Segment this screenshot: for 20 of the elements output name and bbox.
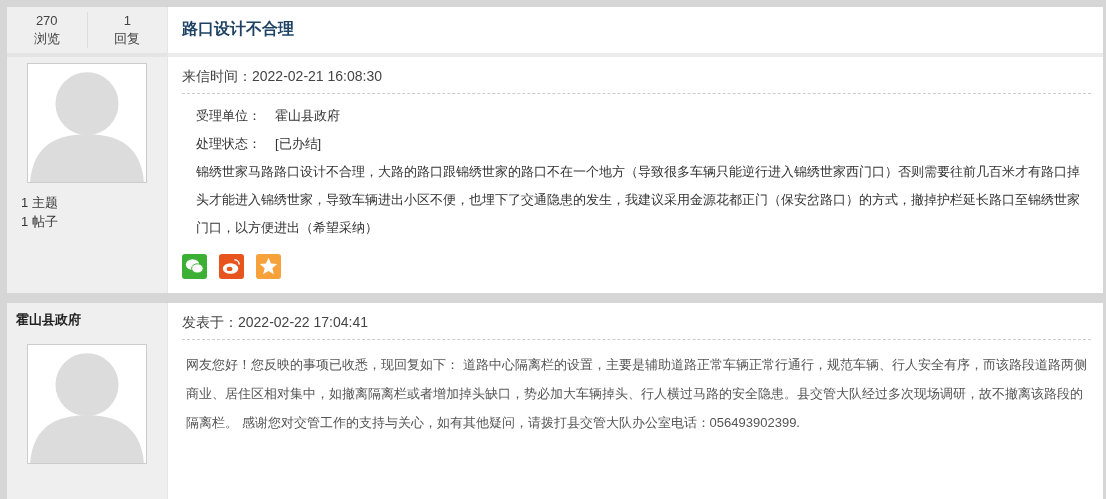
post-time: 来信时间：2022-02-21 16:08:30	[182, 57, 1091, 94]
post-time: 发表于：2022-02-22 17:04:41	[182, 303, 1091, 340]
eye-logo-icon[interactable]	[219, 254, 244, 279]
author-name[interactable]: 霍山县政府	[7, 303, 167, 338]
field-label: 处理状态：	[196, 135, 261, 153]
message-text: 锦绣世家马路路口设计不合理，大路的路口跟锦绣世家的路口不在一个地方（导致很多车辆只能逆行进入锦绣世家西门口）否则需要往前几百米才有路口掉头才能进入锦绣世家，导致车辆进出小区不便，也埋下了交通隐患的发生，我建议采用金源花都正门（保安岔路口）的方式，撤掉护栏延长路口至锦绣世家门口，以方便进出（希望采纳）	[196, 163, 1081, 237]
topic-title: 路口设计不合理	[168, 7, 1103, 57]
stat-label: 浏览	[33, 30, 60, 48]
author-stat: 1 帖子	[21, 213, 59, 231]
chat-bubbles-icon[interactable]	[182, 254, 207, 279]
stat-count: 1	[123, 12, 131, 30]
stat-label: 回复	[114, 30, 141, 48]
avatar-icon	[27, 63, 147, 183]
field-value: 霍山县政府	[275, 107, 340, 125]
avatar-icon	[27, 344, 147, 464]
field-value: [已办结]	[275, 135, 322, 153]
reply-text: 网友您好！您反映的事项已收悉，现回复如下： 道路中心隔离栏的设置，主要是辅助道路正常车辆正常行通行，规范车辆、行人安全有序，而该路段道路两侧商业、居住区相对集中，如撤离隔离栏或者增加掉头缺口，势必加大车辆掉头、行人横过马路的安全隐患。县交管大队经过多次现场调研，故不撤离该路段的隔离栏。 感谢您对交管工作的支持与关心，如有其他疑问，请拨打县交管大队办公室电话：056493902399.	[185, 356, 1088, 432]
author-stat: 1 主题	[21, 194, 59, 212]
stat-count: 270	[35, 12, 58, 30]
field-label: 受理单位：	[196, 107, 261, 125]
